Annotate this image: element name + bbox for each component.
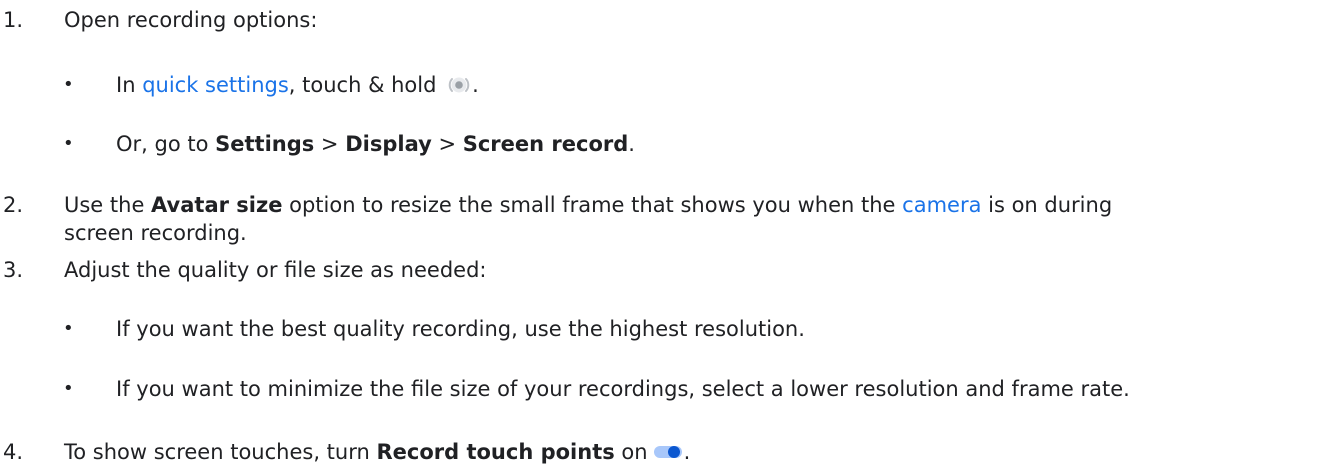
settings-label: Settings xyxy=(215,132,315,156)
step-number: 1. xyxy=(3,8,24,32)
path-separator: > xyxy=(431,132,463,156)
step-text: To show screen touches, turn Record touc… xyxy=(64,438,690,466)
text-segment: . xyxy=(683,440,691,464)
bullet-text: In quick settings, touch & hold . xyxy=(116,71,479,99)
record-touch-points-label: Record touch points xyxy=(376,440,615,464)
bullet-text: If you want to minimize the file size of… xyxy=(116,377,1130,401)
text-segment: . xyxy=(628,132,635,156)
avatar-size-label: Avatar size xyxy=(151,193,283,217)
text-segment: Or, go to xyxy=(116,132,216,156)
text-segment: is on during xyxy=(981,193,1113,217)
step-text: Open recording options: xyxy=(64,8,318,32)
text-segment: , touch & hold xyxy=(288,73,444,97)
bullet: • xyxy=(63,378,74,399)
bullet-text: Or, go to Settings > Display > Screen re… xyxy=(116,130,635,158)
text-segment: option to resize the small frame that sh… xyxy=(282,193,903,217)
toggle-on-icon xyxy=(653,439,684,458)
text-segment: To show screen touches, turn xyxy=(64,440,377,464)
bullet: • xyxy=(63,133,74,154)
text-segment: . xyxy=(472,73,479,97)
camera-link[interactable]: camera xyxy=(902,193,981,217)
bullet: • xyxy=(63,318,74,339)
bullet-text: If you want the best quality recording, … xyxy=(116,317,805,341)
step-text: Use the Avatar size option to resize the… xyxy=(64,191,1112,219)
path-separator: > xyxy=(314,132,346,156)
screen-record-label: Screen record xyxy=(462,132,629,156)
quick-settings-link[interactable]: quick settings xyxy=(142,73,289,97)
text-segment: In xyxy=(116,73,143,97)
step-number: 3. xyxy=(3,258,24,282)
step-text-line-2: screen recording. xyxy=(64,221,247,245)
bullet: • xyxy=(63,74,74,95)
screen-record-icon xyxy=(446,72,472,98)
text-segment: on xyxy=(614,440,648,464)
instructions-document: 1. Open recording options: • In quick se… xyxy=(0,0,1318,473)
step-number: 4. xyxy=(3,440,24,464)
text-segment: Use the xyxy=(64,193,152,217)
display-label: Display xyxy=(345,132,432,156)
step-text: Adjust the quality or file size as neede… xyxy=(64,258,487,282)
step-number: 2. xyxy=(3,193,24,217)
